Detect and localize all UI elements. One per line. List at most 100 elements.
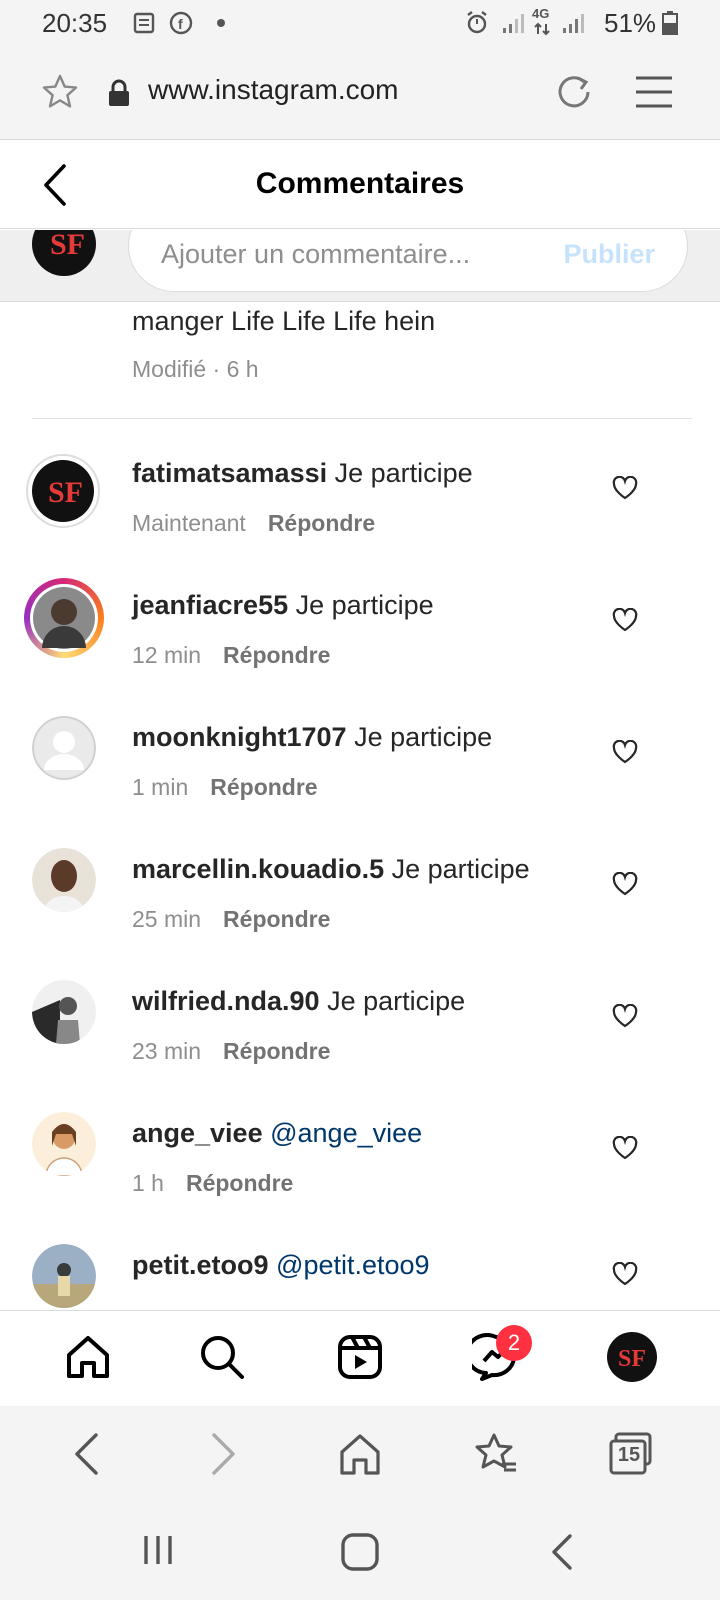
avatar[interactable] — [32, 848, 96, 912]
comment-line: jeanfiacre55 Je participe — [132, 590, 434, 621]
heart-icon[interactable] — [612, 608, 638, 632]
avatar[interactable] — [32, 980, 96, 1044]
comment-time: 1 min — [132, 774, 189, 800]
reply-button[interactable]: Répondre — [223, 1038, 330, 1064]
reply-button[interactable]: Répondre — [223, 906, 330, 932]
comment-text: Je participe — [334, 458, 473, 488]
comment-text: Je participe — [354, 722, 493, 752]
avatar[interactable]: SF — [26, 454, 100, 528]
previous-comment-text: manger Life Life Life hein — [132, 306, 436, 336]
signal-icon-1 — [503, 14, 524, 33]
comment-row: moonknight1707 Je participe 1 min Répondr… — [0, 716, 720, 850]
divider — [32, 418, 692, 419]
reels-icon[interactable] — [336, 1333, 384, 1381]
heart-icon[interactable] — [612, 740, 638, 764]
previous-comment-meta: Modifié · 6 h — [132, 356, 259, 382]
comment-username[interactable]: marcellin.kouadio.5 — [132, 854, 384, 884]
url-text[interactable]: www.instagram.com — [148, 74, 399, 106]
star-icon[interactable] — [40, 72, 80, 112]
network-type: 4G — [532, 6, 550, 21]
facebook-icon: f — [169, 11, 193, 35]
publish-button[interactable]: Publier — [563, 239, 655, 270]
heart-icon[interactable] — [612, 1262, 638, 1286]
notification-dot-icon — [217, 19, 225, 27]
default-profile-icon — [32, 716, 96, 780]
bookmarks-icon[interactable] — [474, 1432, 518, 1476]
comment-username[interactable]: petit.etoo9 — [132, 1250, 269, 1280]
profile-avatar[interactable]: SF — [606, 1331, 658, 1383]
avatar[interactable] — [32, 716, 96, 780]
data-arrows-icon — [534, 22, 550, 36]
instagram-bottom-nav: 2 SF — [0, 1310, 720, 1406]
comment-username[interactable]: fatimatsamassi — [132, 458, 327, 488]
user-photo-avatar — [32, 1244, 96, 1308]
comments-list[interactable]: manger Life Life Life hein Modifié · 6 h… — [0, 302, 720, 1310]
comment-meta: Maintenant Répondre — [132, 510, 375, 537]
avatar[interactable] — [32, 1244, 96, 1308]
signal-icon-2 — [563, 14, 584, 33]
illustrated-avatar — [32, 1112, 96, 1176]
comment-line: marcellin.kouadio.5 Je participe — [132, 854, 530, 885]
heart-icon[interactable] — [612, 1136, 638, 1160]
battery-percent: 51% — [604, 8, 657, 38]
comments-header: Commentaires — [0, 141, 720, 229]
comment-meta: 25 min Répondre — [132, 906, 330, 933]
comment-input-placeholder: Ajouter un commentaire... — [161, 239, 471, 269]
comment-meta: 1 h Répondre — [132, 1170, 293, 1197]
reply-button[interactable]: Répondre — [210, 774, 317, 800]
android-home-icon[interactable] — [340, 1532, 380, 1572]
comment-row: jeanfiacre55 Je participe 12 min Répondre — [0, 578, 720, 718]
comment-username[interactable]: jeanfiacre55 — [132, 590, 288, 620]
comment-mention[interactable]: @ange_viee — [270, 1118, 422, 1148]
heart-icon[interactable] — [612, 1004, 638, 1028]
comment-mention[interactable]: @petit.etoo9 — [276, 1250, 430, 1280]
heart-icon[interactable] — [612, 476, 638, 500]
reload-icon[interactable] — [554, 72, 594, 112]
comment-input[interactable]: Ajouter un commentaire... Publier — [128, 230, 688, 292]
reply-button[interactable]: Répondre — [268, 510, 375, 536]
back-icon[interactable] — [72, 1432, 100, 1476]
page-title: Commentaires — [255, 167, 465, 200]
browser-address-bar: www.instagram.com — [0, 48, 720, 140]
forward-icon — [212, 1433, 235, 1475]
search-icon[interactable] — [198, 1333, 246, 1381]
heart-icon[interactable] — [612, 872, 638, 896]
comment-row: petit.etoo9 @petit.etoo9 — [0, 1244, 720, 1310]
comment-username[interactable]: ange_viee — [132, 1118, 263, 1148]
avatar[interactable] — [32, 1112, 96, 1176]
comment-meta: 23 min Répondre — [132, 1038, 330, 1065]
android-back-icon[interactable] — [548, 1532, 576, 1572]
comment-username[interactable]: moonknight1707 — [132, 722, 347, 752]
comment-time: Maintenant — [132, 510, 246, 536]
recent-apps-icon[interactable] — [140, 1532, 176, 1568]
comment-meta: 12 min Répondre — [132, 642, 330, 669]
comment-time: 1 h — [132, 1170, 164, 1196]
avatar-story-ring[interactable] — [24, 578, 104, 658]
home-icon[interactable] — [64, 1333, 112, 1381]
browser-home-icon[interactable] — [338, 1432, 382, 1476]
alarm-icon — [467, 11, 487, 34]
svg-text:SF: SF — [48, 476, 83, 509]
tab-count: 15 — [617, 1444, 641, 1466]
lock-icon — [109, 79, 129, 106]
comment-username[interactable]: wilfried.nda.90 — [132, 986, 320, 1016]
comment-row: wilfried.nda.90 Je participe 23 min Répon… — [0, 980, 720, 1114]
menu-icon[interactable] — [634, 74, 674, 110]
news-icon — [133, 12, 155, 34]
comment-line: petit.etoo9 @petit.etoo9 — [132, 1250, 430, 1281]
reply-button[interactable]: Répondre — [223, 642, 330, 668]
sf-logo-avatar: SF — [32, 460, 94, 522]
reply-button[interactable]: Répondre — [186, 1170, 293, 1196]
battery-icon — [662, 11, 678, 35]
comment-row: ange_viee @ange_viee 1 h Répondre — [0, 1112, 720, 1246]
browser-bottom-bar: 15 — [0, 1406, 720, 1502]
my-avatar: SF — [32, 230, 96, 281]
comment-meta: 1 min Répondre — [132, 774, 318, 801]
status-bar: 20:35 f 4G 51% — [0, 0, 720, 48]
comment-text: Je participe — [391, 854, 530, 884]
user-photo-avatar — [32, 980, 96, 1044]
svg-text:f: f — [178, 16, 183, 32]
comment-line: ange_viee @ange_viee — [132, 1118, 422, 1149]
android-nav-bar — [0, 1502, 720, 1600]
comment-line: wilfried.nda.90 Je participe — [132, 986, 465, 1017]
